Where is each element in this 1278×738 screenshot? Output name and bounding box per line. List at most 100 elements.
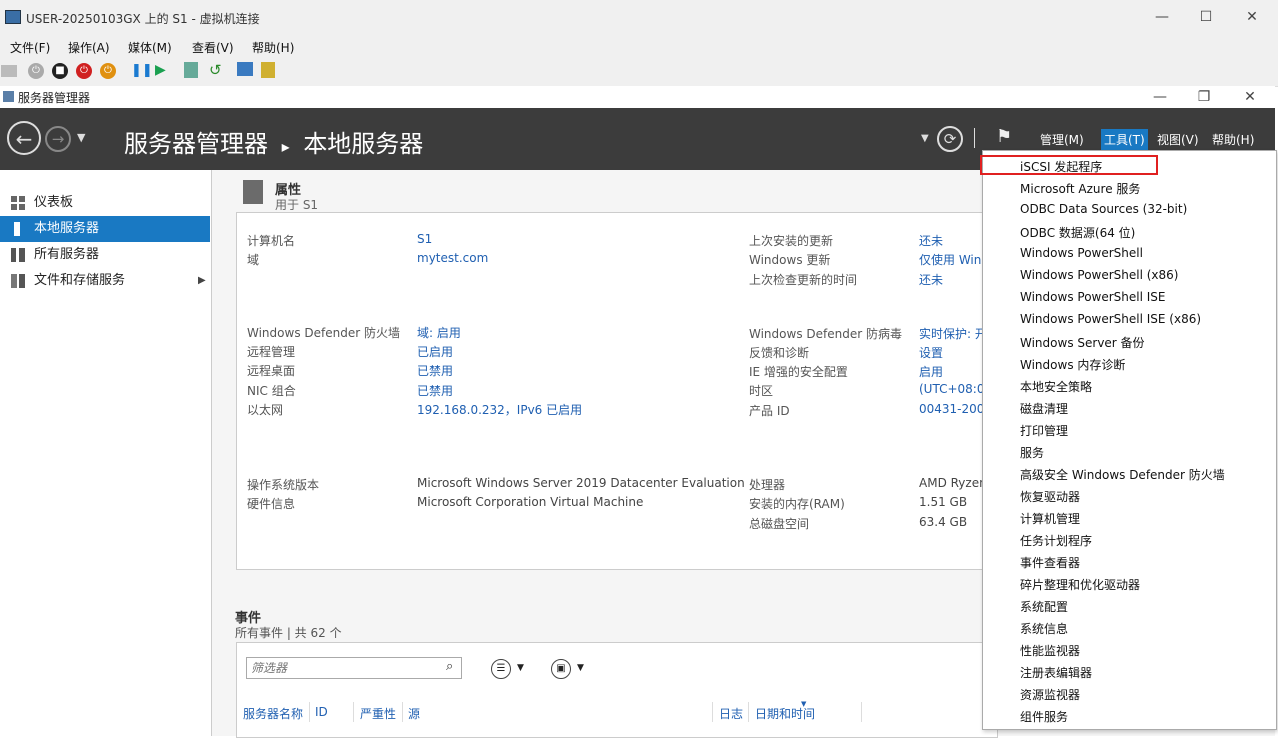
vm-menu-media[interactable]: 媒体(M): [128, 39, 172, 56]
tools-menu-item[interactable]: 本地安全策略: [1020, 378, 1092, 395]
save-state-icon[interactable]: ⏻: [100, 63, 116, 79]
properties-subtitle: 用于 S1: [275, 198, 319, 212]
vm-menu-help[interactable]: 帮助(H): [252, 39, 294, 56]
menu-tools[interactable]: 工具(T): [1101, 129, 1148, 150]
list-options-icon[interactable]: ☰: [491, 659, 511, 679]
search-icon[interactable]: ⌕: [446, 659, 453, 674]
tools-menu-item[interactable]: 事件查看器: [1020, 554, 1080, 571]
pause-icon[interactable]: ❚❚: [131, 63, 153, 78]
prop-value-link[interactable]: 已禁用: [417, 362, 453, 379]
refresh-dropdown-icon[interactable]: ▼: [921, 133, 929, 144]
tools-menu-item[interactable]: Windows Server 备份: [1020, 334, 1145, 351]
turn-off-icon[interactable]: ■: [52, 63, 68, 79]
list-options-dropdown-icon[interactable]: ▼: [517, 663, 524, 673]
column-header-server-name[interactable]: 服务器名称: [243, 705, 303, 722]
column-divider: [309, 702, 310, 722]
sidebar-item-all-servers[interactable]: 所有服务器: [0, 242, 210, 268]
prop-value-link[interactable]: (UTC+08:0: [919, 382, 984, 396]
prop-label: 计算机名: [247, 234, 296, 248]
notifications-flag-icon[interactable]: ⚑: [996, 126, 1012, 147]
tools-menu-item[interactable]: 注册表编辑器: [1020, 664, 1092, 681]
prop-value-link[interactable]: 已禁用: [417, 382, 453, 399]
maximize-icon[interactable]: ☐: [1194, 6, 1218, 28]
vm-menu-view[interactable]: 查看(V): [192, 39, 234, 56]
tools-menu-item[interactable]: 系统配置: [1020, 598, 1068, 615]
back-arrow-icon[interactable]: ←: [7, 121, 41, 155]
close-icon[interactable]: ✕: [1240, 6, 1264, 28]
shutdown-icon[interactable]: ⏻: [76, 63, 92, 79]
save-query-icon[interactable]: ▣: [551, 659, 571, 679]
breadcrumb: 服务器管理器 ▸ 本地服务器: [124, 124, 423, 159]
prop-value-link[interactable]: 已启用: [417, 343, 453, 360]
column-header-log[interactable]: 日志: [719, 705, 743, 722]
vm-menu-file[interactable]: 文件(F): [10, 39, 50, 56]
tools-menu-item[interactable]: Windows PowerShell ISE (x86): [1020, 312, 1201, 326]
vm-menu-action[interactable]: 操作(A): [68, 39, 110, 56]
revert-icon[interactable]: ↺: [209, 61, 222, 79]
prop-value-link[interactable]: S1: [417, 232, 432, 246]
tools-menu-item[interactable]: 高级安全 Windows Defender 防火墙: [1020, 466, 1225, 483]
tools-menu-item[interactable]: Windows 内存诊断: [1020, 356, 1125, 373]
history-dropdown-icon[interactable]: ▼: [77, 131, 85, 144]
prop-value-link[interactable]: 还未: [919, 232, 943, 249]
prop-value-link[interactable]: 启用: [919, 363, 943, 380]
sidebar-item-dashboard[interactable]: 仪表板: [0, 190, 210, 216]
prop-label: 域: [247, 253, 260, 267]
start-icon[interactable]: ⏻: [28, 63, 44, 79]
prop-value-link[interactable]: 仅使用 Win: [919, 251, 981, 268]
tools-menu-item[interactable]: Windows PowerShell (x86): [1020, 268, 1178, 282]
tools-menu-item[interactable]: 磁盘清理: [1020, 400, 1068, 417]
tools-menu-item[interactable]: 系统信息: [1020, 620, 1068, 637]
server-manager-icon: [3, 91, 14, 102]
tools-menu-item[interactable]: 性能监视器: [1020, 642, 1080, 659]
tools-menu-item[interactable]: 计算机管理: [1020, 510, 1080, 527]
tools-menu-item[interactable]: 恢复驱动器: [1020, 488, 1080, 505]
breadcrumb-app[interactable]: 服务器管理器: [124, 130, 268, 158]
chevron-right-icon[interactable]: ▶: [198, 268, 206, 294]
tools-menu-item[interactable]: ODBC 数据源(64 位): [1020, 224, 1135, 241]
minimize-icon[interactable]: —: [1150, 6, 1174, 28]
tools-menu-item[interactable]: 任务计划程序: [1020, 532, 1092, 549]
sidebar-item-label: 本地服务器: [34, 221, 100, 236]
tools-menu-item[interactable]: Windows PowerShell: [1020, 246, 1143, 260]
tools-menu-item[interactable]: 碎片整理和优化驱动器: [1020, 576, 1140, 593]
prop-value: Microsoft Windows Server 2019 Datacenter…: [417, 476, 745, 490]
prop-value-link[interactable]: 还未: [919, 271, 943, 288]
prop-value-link[interactable]: 192.168.0.232，IPv6 已启用: [417, 401, 582, 418]
enhanced-session-icon[interactable]: [237, 62, 253, 76]
menu-manage[interactable]: 管理(M): [1040, 131, 1084, 148]
column-header-source[interactable]: 源: [408, 705, 420, 722]
prop-value-link[interactable]: 00431-200: [919, 402, 984, 416]
tools-menu-item[interactable]: 服务: [1020, 444, 1044, 461]
refresh-icon[interactable]: ⟳: [937, 126, 963, 152]
sm-close-icon[interactable]: ✕: [1238, 86, 1262, 108]
prop-value-link[interactable]: 设置: [919, 344, 943, 361]
tools-menu-item[interactable]: 资源监视器: [1020, 686, 1080, 703]
tools-menu-item[interactable]: ODBC Data Sources (32-bit): [1020, 202, 1187, 216]
events-filter-input[interactable]: [246, 657, 462, 679]
save-query-dropdown-icon[interactable]: ▼: [577, 663, 584, 673]
tools-menu-item[interactable]: 打印管理: [1020, 422, 1068, 439]
tools-menu-item[interactable]: Microsoft Azure 服务: [1020, 180, 1140, 197]
sidebar-item-local-server[interactable]: 本地服务器: [0, 216, 210, 242]
breadcrumb-page: 本地服务器: [303, 130, 424, 158]
menu-view[interactable]: 视图(V): [1157, 131, 1199, 148]
column-header-date-time[interactable]: 日期和时间: [755, 705, 815, 722]
tools-menu-item[interactable]: Windows PowerShell ISE: [1020, 290, 1166, 304]
checkpoint-icon[interactable]: [184, 62, 198, 78]
share-icon[interactable]: [261, 62, 275, 78]
resume-icon[interactable]: ▶: [155, 62, 166, 78]
sidebar-item-file-storage[interactable]: 文件和存储服务 ▶: [0, 268, 210, 294]
ctrl-alt-del-icon[interactable]: [1, 65, 17, 77]
sm-restore-icon[interactable]: ❐: [1192, 86, 1216, 108]
tools-menu-item[interactable]: 组件服务: [1020, 708, 1068, 725]
forward-arrow-icon[interactable]: →: [45, 126, 71, 152]
prop-value-link[interactable]: 域: 启用: [417, 324, 461, 341]
column-header-id[interactable]: ID: [315, 705, 328, 719]
menu-help[interactable]: 帮助(H): [1212, 131, 1254, 148]
prop-value-link[interactable]: mytest.com: [417, 251, 488, 265]
sm-minimize-icon[interactable]: —: [1148, 86, 1172, 108]
prop-value-link[interactable]: 实时保护: 开: [919, 325, 987, 342]
column-header-severity[interactable]: 严重性: [360, 705, 396, 722]
sidebar-item-label: 所有服务器: [34, 247, 100, 262]
